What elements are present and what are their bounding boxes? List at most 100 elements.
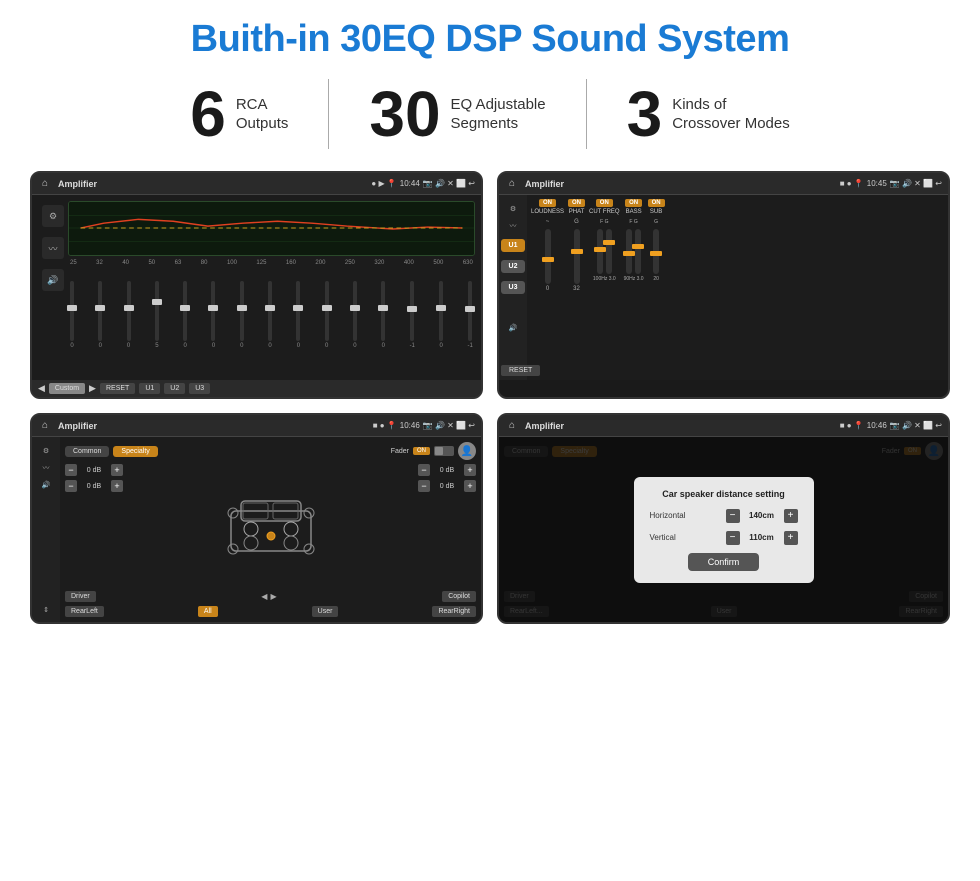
eq-sliders: 0 0 0 — [68, 269, 475, 349]
eq-slider-14: -1 — [468, 281, 473, 349]
page-wrapper: Buith-in 30EQ DSP Sound System 6 RCA Out… — [0, 0, 980, 881]
tab-specialty[interactable]: Specialty — [113, 446, 157, 457]
stat-rca-text: RCA Outputs — [236, 95, 289, 134]
status-bar-2: ⌂ Amplifier ■ ● 📍 10:45 📷 🔊 ✕ ⬜ ↩ — [499, 173, 948, 195]
loudness-slider[interactable] — [545, 229, 551, 284]
confirm-button[interactable]: Confirm — [688, 553, 760, 571]
loudness-col: ON LOUDNESS ~ 0 — [531, 199, 564, 292]
vol-fl-minus[interactable]: − — [65, 464, 77, 476]
copilot-btn[interactable]: Copilot — [442, 591, 476, 602]
vol-fl-plus[interactable]: + — [111, 464, 123, 476]
horizontal-value: 140cm — [744, 511, 780, 520]
rearleft-btn[interactable]: RearLeft — [65, 606, 104, 617]
dialog-content: Common Specialty Fader ON 👤 Driver C — [499, 437, 948, 622]
eq-slider-4: 0 — [183, 281, 187, 349]
rearright-btn[interactable]: RearRight — [432, 606, 476, 617]
eq-slider-2: 0 — [127, 281, 131, 349]
vol-fl-value: 0 dB — [80, 467, 108, 474]
vol-rl-plus[interactable]: + — [111, 480, 123, 492]
vertical-label: Vertical — [650, 533, 676, 542]
speaker-side-panel: ⚙ 〰 🔊 ⇕ — [32, 437, 60, 622]
phat-col: ON PHAT G 32 — [568, 199, 585, 292]
horizontal-minus[interactable]: − — [726, 509, 740, 523]
eq-preset-custom[interactable]: Custom — [49, 383, 85, 394]
car-diagram — [221, 491, 321, 561]
eq-u3-btn[interactable]: U3 — [189, 383, 210, 394]
eq-graph — [68, 201, 475, 256]
vol-fr-minus[interactable]: − — [418, 464, 430, 476]
cutfreq-slider-f[interactable] — [597, 229, 603, 274]
eq-slider-10: 0 — [353, 281, 357, 349]
dialog-horizontal-row: Horizontal − 140cm + — [650, 509, 798, 523]
driver-btn[interactable]: Driver — [65, 591, 96, 602]
phat-on[interactable]: ON — [568, 199, 585, 207]
home-icon-2[interactable]: ⌂ — [505, 177, 519, 191]
vertical-control: − 110cm + — [726, 531, 798, 545]
vol-fr-plus[interactable]: + — [464, 464, 476, 476]
stat-eq-number: 30 — [369, 82, 440, 146]
status-icons-1: ● ▶ 📍 10:44 📷 🔊 ✕ ⬜ ↩ — [371, 179, 475, 188]
screen-speaker: ⌂ Amplifier ■ ● 📍 10:46 📷 🔊 ✕ ⬜ ↩ ⚙ 〰 🔊 … — [30, 413, 483, 624]
speaker-content: ⚙ 〰 🔊 ⇕ Common Specialty Fader ON — [32, 437, 481, 622]
bass-slider-f[interactable] — [626, 229, 632, 274]
phat-slider[interactable] — [574, 229, 580, 284]
vol-fr-value: 0 dB — [433, 467, 461, 474]
tab-common[interactable]: Common — [65, 446, 109, 457]
bass-on[interactable]: ON — [625, 199, 642, 207]
fader-on-badge[interactable]: ON — [413, 447, 430, 455]
bass-slider-g[interactable] — [635, 229, 641, 274]
u3-select[interactable]: U3 — [501, 281, 525, 294]
vol-rl-value: 0 dB — [80, 483, 108, 490]
vol-rr-plus[interactable]: + — [464, 480, 476, 492]
sub-slider[interactable] — [653, 229, 659, 274]
u2-select[interactable]: U2 — [501, 260, 525, 273]
cutfreq-on[interactable]: ON — [596, 199, 613, 207]
vertical-minus[interactable]: − — [726, 531, 740, 545]
eq-icon[interactable]: ⚙ — [42, 205, 64, 227]
vol-rl-minus[interactable]: − — [65, 480, 77, 492]
eq-bottom-bar: ◀ Custom ▶ RESET U1 U2 U3 — [32, 380, 481, 397]
cutfreq-slider-g[interactable] — [606, 229, 612, 274]
stat-crossover: 3 Kinds of Crossover Modes — [587, 82, 830, 146]
all-btn[interactable]: All — [198, 606, 218, 617]
status-icons-3: ■ ● 📍 10:46 📷 🔊 ✕ ⬜ ↩ — [373, 421, 475, 430]
app-name-3: Amplifier — [58, 421, 367, 431]
main-title: Buith-in 30EQ DSP Sound System — [191, 18, 790, 61]
screen-dialog: ⌂ Amplifier ■ ● 📍 10:46 📷 🔊 ✕ ⬜ ↩ Common… — [497, 413, 950, 624]
eq-content: ⚙ 〰 🔊 — [32, 195, 481, 380]
vertical-plus[interactable]: + — [784, 531, 798, 545]
mode-tabs: Common Specialty — [65, 446, 158, 457]
eq-reset-btn[interactable]: RESET — [100, 383, 135, 394]
crossover-side-panel: ⚙ 〰 U1 U2 U3 🔊 RESET — [499, 195, 527, 380]
vol-right-col: − 0 dB + − 0 dB + — [418, 464, 476, 587]
app-name-4: Amplifier — [525, 421, 834, 431]
eq-slider-9: 0 — [325, 281, 329, 349]
eq-slider-12: -1 — [410, 281, 415, 349]
dialog-vertical-row: Vertical − 110cm + — [650, 531, 798, 545]
person-icon[interactable]: 👤 — [458, 442, 476, 460]
sub-on[interactable]: ON — [648, 199, 665, 207]
dialog-title: Car speaker distance setting — [650, 489, 798, 499]
eq-slider-13: 0 — [439, 281, 443, 349]
status-bar-3: ⌂ Amplifier ■ ● 📍 10:46 📷 🔊 ✕ ⬜ ↩ — [32, 415, 481, 437]
home-icon-1[interactable]: ⌂ — [38, 177, 52, 191]
eq-slider-5: 0 — [211, 281, 215, 349]
home-icon-4[interactable]: ⌂ — [505, 419, 519, 433]
eq-side-icons: ⚙ 〰 🔊 — [38, 201, 68, 374]
speaker-icon[interactable]: 🔊 — [42, 269, 64, 291]
eq-slider-1: 0 — [98, 281, 102, 349]
loudness-on[interactable]: ON — [539, 199, 556, 207]
crossover-main-area: ON LOUDNESS ~ 0 ON PHAT G — [527, 195, 948, 380]
user-btn[interactable]: User — [312, 606, 339, 617]
eq-u1-btn[interactable]: U1 — [139, 383, 160, 394]
speaker-main-area: Common Specialty Fader ON 👤 — [60, 437, 481, 622]
sub-col: ON SUB G 20 — [648, 199, 665, 292]
wave-icon[interactable]: 〰 — [42, 237, 64, 259]
eq-u2-btn[interactable]: U2 — [164, 383, 185, 394]
horizontal-plus[interactable]: + — [784, 509, 798, 523]
vol-rr-minus[interactable]: − — [418, 480, 430, 492]
u1-select[interactable]: U1 — [501, 239, 525, 252]
home-icon-3[interactable]: ⌂ — [38, 419, 52, 433]
stat-crossover-number: 3 — [627, 82, 663, 146]
cutfreq-col: ON CUT FREQ F G 100 — [589, 199, 620, 292]
